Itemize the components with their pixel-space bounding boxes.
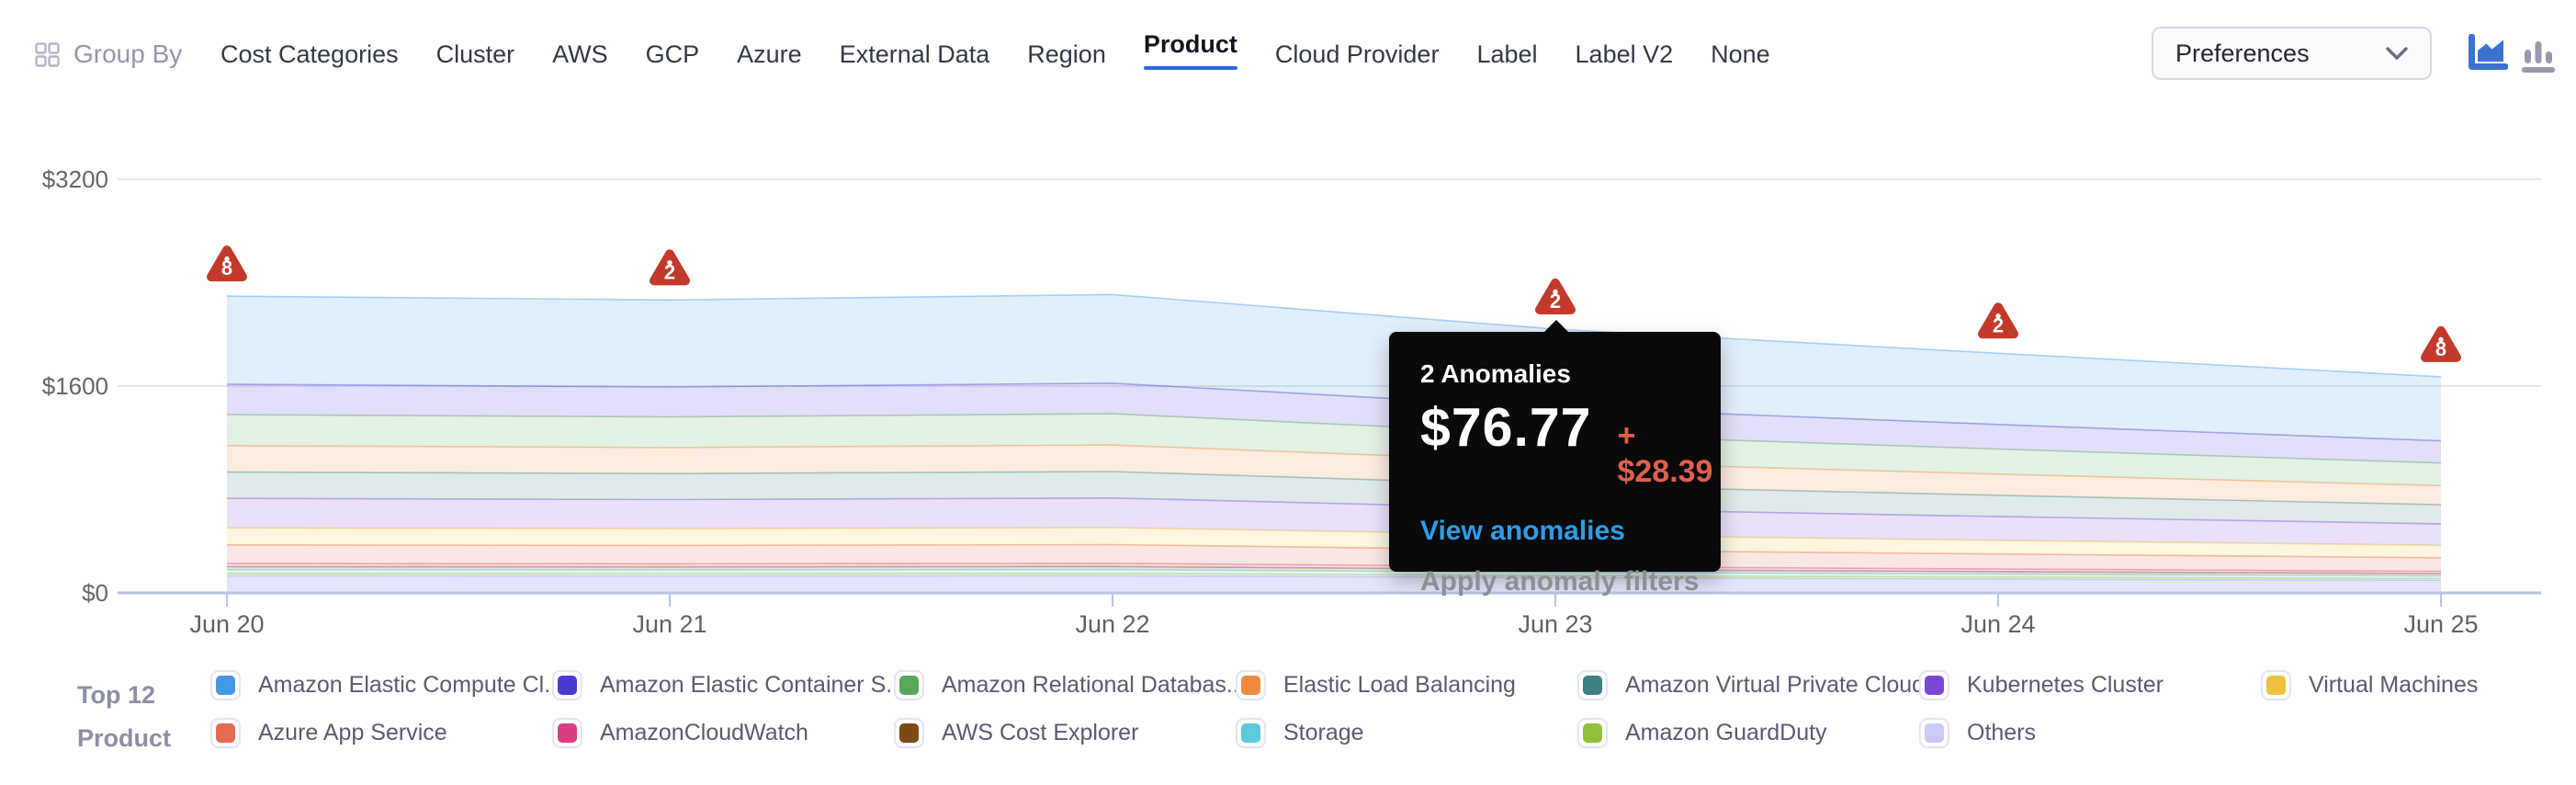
legend-label: Storage	[1283, 720, 1364, 746]
legend-swatch-icon	[552, 670, 582, 700]
legend-swatch-icon	[210, 718, 241, 748]
legend-item[interactable]: Amazon Virtual Private Cloud	[1577, 668, 1919, 701]
legend-label: Amazon Elastic Container S...	[600, 672, 905, 699]
x-axis-label: Jun 22	[1075, 610, 1149, 638]
anomaly-count: 8	[221, 256, 232, 279]
x-axis-label: Jun 24	[1960, 610, 2035, 638]
legend-item[interactable]: AmazonCloudWatch	[552, 716, 894, 749]
legend-swatch-icon	[1919, 670, 1949, 700]
anomaly-badge[interactable]: 8	[2425, 331, 2457, 360]
y-axis-label: $0	[82, 579, 108, 607]
tooltip-anomaly-count: 2 Anomalies	[1420, 359, 1721, 389]
legend-label: Azure App Service	[258, 720, 447, 746]
anomaly-tooltip: 2 Anomalies $76.77 + $28.39 View anomali…	[1389, 332, 1721, 572]
legend-swatch-icon	[1919, 718, 1949, 748]
legend-label: Others	[1967, 720, 2036, 746]
legend-swatch-icon	[2261, 670, 2291, 700]
legend-swatch-color	[1925, 676, 1944, 695]
legend-swatch-icon	[552, 718, 582, 748]
tooltip-cost-delta: + $28.39	[1617, 418, 1721, 490]
legend-swatch-color	[216, 676, 235, 695]
tooltip-cost-value: $76.77	[1420, 396, 1591, 459]
chart-legend: Amazon Elastic Compute Cl...Amazon Elast…	[210, 668, 2576, 749]
legend-item[interactable]: AWS Cost Explorer	[894, 716, 1236, 749]
x-axis-label: Jun 23	[1518, 610, 1592, 638]
anomaly-badge[interactable]: 2	[1540, 283, 1571, 313]
legend-swatch-icon	[894, 670, 924, 700]
legend-swatch-icon	[1577, 670, 1608, 700]
anomaly-count: 2	[664, 260, 675, 283]
legend-swatch-color	[1583, 676, 1602, 695]
legend-swatch-color	[558, 723, 577, 743]
legend-swatch-icon	[210, 670, 241, 700]
apply-anomaly-filters-link[interactable]: Apply anomaly filters	[1420, 566, 1721, 597]
tooltip-arrow	[1543, 320, 1569, 333]
legend-item[interactable]: Kubernetes Cluster	[1919, 668, 2261, 701]
legend-item[interactable]: Virtual Machines	[2261, 668, 2576, 701]
legend-swatch-icon	[894, 718, 924, 748]
legend-label: Amazon Elastic Compute Cl...	[258, 672, 563, 699]
legend-swatch-color	[216, 723, 235, 743]
legend-item[interactable]: Azure App Service	[210, 716, 552, 749]
x-axis-label: Jun 21	[632, 610, 706, 638]
y-axis-label: $3200	[42, 165, 108, 193]
y-axis-label: $1600	[42, 372, 108, 400]
legend-swatch-icon	[1577, 718, 1608, 748]
legend-item[interactable]: Others	[1919, 716, 2261, 749]
legend-swatch-color	[2266, 676, 2286, 695]
legend-label: Amazon Relational Databas...	[942, 672, 1246, 699]
legend-swatch-color	[899, 723, 919, 743]
legend-item[interactable]: Amazon Elastic Container S...	[552, 668, 894, 701]
legend-swatch-color	[1241, 723, 1260, 743]
x-axis-label: Jun 25	[2403, 610, 2478, 638]
anomaly-count: 2	[1993, 313, 2004, 336]
anomaly-count: 8	[2435, 337, 2446, 360]
legend-swatch-color	[1925, 723, 1944, 743]
legend-swatch-icon	[1236, 718, 1266, 748]
legend-swatch-color	[1241, 676, 1260, 695]
anomaly-badge[interactable]: 2	[1983, 307, 2014, 336]
legend-item[interactable]: Elastic Load Balancing	[1236, 668, 1577, 701]
anomaly-count: 2	[1550, 290, 1561, 313]
legend-title-line2: Product	[77, 717, 171, 760]
legend-label: Amazon Virtual Private Cloud	[1625, 672, 1925, 699]
legend-label: Kubernetes Cluster	[1967, 672, 2164, 699]
legend-label: Virtual Machines	[2309, 672, 2478, 699]
view-anomalies-link[interactable]: View anomalies	[1420, 516, 1721, 547]
legend-label: AWS Cost Explorer	[942, 720, 1138, 746]
stacked-area-cost-chart: $3200 $1600 $0 Jun 20 Jun 21 Jun 22 Jun 23 Jun …	[0, 0, 2576, 785]
anomaly-badge[interactable]: 2	[654, 254, 685, 283]
legend-swatch-icon	[1236, 670, 1266, 700]
legend-item[interactable]: Amazon Elastic Compute Cl...	[210, 668, 552, 701]
legend-label: Elastic Load Balancing	[1283, 672, 1516, 699]
legend-item[interactable]: Amazon GuardDuty	[1577, 716, 1919, 749]
legend-title: Top 12 Product	[77, 674, 171, 760]
legend-swatch-color	[558, 676, 577, 695]
x-axis-label: Jun 20	[189, 610, 264, 638]
legend-label: Amazon GuardDuty	[1625, 720, 1827, 746]
legend-swatch-color	[899, 676, 919, 695]
legend-title-line1: Top 12	[77, 674, 171, 717]
legend-item[interactable]: Storage	[1236, 716, 1577, 749]
legend-label: AmazonCloudWatch	[600, 720, 808, 746]
anomaly-badge[interactable]: 8	[211, 250, 243, 279]
legend-item[interactable]: Amazon Relational Databas...	[894, 668, 1236, 701]
legend-swatch-color	[1583, 723, 1602, 743]
